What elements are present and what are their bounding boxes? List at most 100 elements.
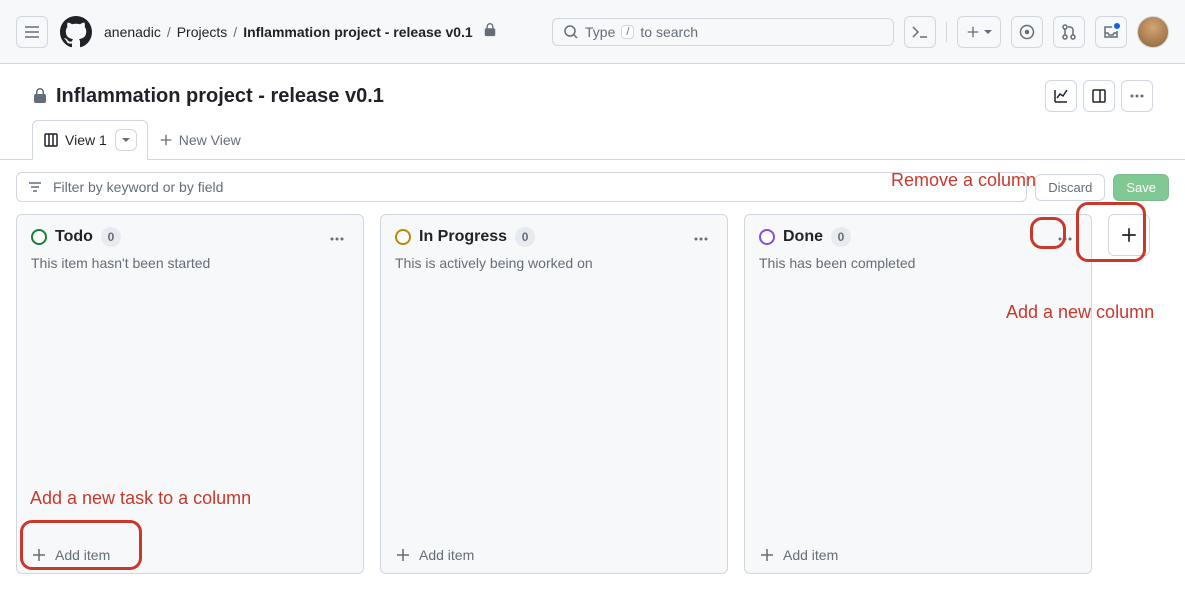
breadcrumb-separator: /	[167, 24, 171, 40]
header-right: Type / to search	[552, 16, 1169, 48]
status-circle-icon	[395, 229, 411, 245]
notification-dot	[1112, 21, 1122, 31]
lock-icon	[32, 88, 48, 104]
status-circle-icon	[759, 229, 775, 245]
project-title-row: Inflammation project - release v0.1	[32, 80, 1153, 112]
board-icon	[43, 132, 59, 148]
kebab-icon	[1057, 231, 1073, 247]
github-mark-icon	[60, 16, 92, 48]
column-menu-button[interactable]	[689, 227, 713, 254]
add-item-label: Add item	[55, 547, 110, 563]
column-desc: This item hasn't been started	[31, 255, 210, 271]
plus-icon	[395, 547, 411, 563]
filter-bar: Filter by keyword or by field Discard Sa…	[0, 160, 1185, 214]
new-view-button[interactable]: New View	[148, 123, 252, 157]
search-key: /	[621, 25, 634, 39]
breadcrumb: anenadic / Projects / Inflammation proje…	[104, 23, 497, 40]
column-in-progress: In Progress 0 This is actively being wor…	[380, 214, 728, 574]
count-badge: 0	[101, 227, 121, 247]
panel-button[interactable]	[1083, 80, 1115, 112]
discard-button[interactable]: Discard	[1035, 174, 1105, 201]
search-icon	[563, 24, 579, 40]
create-new-button[interactable]	[957, 16, 1001, 48]
breadcrumb-owner[interactable]: anenadic	[104, 24, 161, 40]
plus-icon	[31, 547, 47, 563]
column-title-text: Done	[783, 228, 823, 246]
project-title: Inflammation project - release v0.1	[32, 85, 384, 108]
search-prefix: Type	[585, 24, 615, 40]
add-item-button[interactable]: Add item	[745, 537, 1091, 573]
issue-icon	[1019, 24, 1035, 40]
add-item-label: Add item	[783, 547, 838, 563]
save-button[interactable]: Save	[1113, 174, 1169, 201]
breadcrumb-separator: /	[233, 24, 237, 40]
column-desc: This is actively being worked on	[395, 255, 593, 271]
hamburger-icon	[24, 24, 40, 40]
project-header: Inflammation project - release v0.1 View…	[0, 64, 1185, 160]
add-item-button[interactable]: Add item	[381, 537, 727, 573]
divider	[946, 22, 947, 42]
add-item-button[interactable]: Add item	[17, 537, 363, 573]
add-column-button[interactable]	[1108, 214, 1150, 256]
caret-down-icon	[122, 136, 130, 144]
hamburger-menu-button[interactable]	[16, 16, 48, 48]
insights-button[interactable]	[1045, 80, 1077, 112]
plus-icon	[1120, 226, 1138, 244]
avatar[interactable]	[1137, 16, 1169, 48]
plus-icon	[966, 25, 980, 39]
tabs-row: View 1 New View	[32, 120, 1153, 159]
column-title-text: Todo	[55, 228, 93, 246]
lock-icon	[483, 23, 497, 40]
issues-button[interactable]	[1011, 16, 1043, 48]
count-badge: 0	[831, 227, 851, 247]
search-input[interactable]: Type / to search	[552, 18, 894, 46]
count-badge: 0	[515, 227, 535, 247]
column-body	[17, 275, 363, 537]
graph-icon	[1053, 88, 1069, 104]
filter-placeholder: Filter by keyword or by field	[53, 179, 223, 195]
plus-icon	[159, 133, 173, 147]
column-header: Todo 0 This item hasn't been started	[17, 215, 363, 275]
tab-label: View 1	[65, 132, 107, 148]
pull-requests-button[interactable]	[1053, 16, 1085, 48]
breadcrumb-projects[interactable]: Projects	[177, 24, 228, 40]
column-title: Todo 0	[31, 227, 210, 247]
filter-icon	[27, 179, 43, 195]
column-desc: This has been completed	[759, 255, 915, 271]
kebab-icon	[329, 231, 345, 247]
github-logo[interactable]	[60, 16, 92, 48]
terminal-icon	[912, 24, 928, 40]
column-todo: Todo 0 This item hasn't been started Add…	[16, 214, 364, 574]
column-body	[745, 275, 1091, 537]
project-actions	[1045, 80, 1153, 112]
project-title-text: Inflammation project - release v0.1	[56, 85, 384, 108]
inbox-button[interactable]	[1095, 16, 1127, 48]
status-circle-icon	[31, 229, 47, 245]
column-body	[381, 275, 727, 537]
tab-dropdown-button[interactable]	[115, 129, 137, 151]
panel-icon	[1091, 88, 1107, 104]
kebab-icon	[1129, 88, 1145, 104]
global-header: anenadic / Projects / Inflammation proje…	[0, 0, 1185, 64]
caret-down-icon	[984, 28, 992, 36]
column-title: In Progress 0	[395, 227, 593, 247]
new-view-label: New View	[179, 132, 241, 148]
tab-view-1[interactable]: View 1	[32, 120, 148, 160]
plus-icon	[759, 547, 775, 563]
filter-input[interactable]: Filter by keyword or by field	[16, 172, 1027, 202]
more-options-button[interactable]	[1121, 80, 1153, 112]
kebab-icon	[693, 231, 709, 247]
column-done: Done 0 This has been completed Add item	[744, 214, 1092, 574]
add-item-label: Add item	[419, 547, 474, 563]
pull-request-icon	[1061, 24, 1077, 40]
column-menu-button[interactable]	[325, 227, 349, 254]
column-title-text: In Progress	[419, 228, 507, 246]
column-menu-button[interactable]	[1053, 227, 1077, 254]
board: Todo 0 This item hasn't been started Add…	[0, 214, 1185, 590]
column-header: In Progress 0 This is actively being wor…	[381, 215, 727, 275]
column-title: Done 0	[759, 227, 915, 247]
header-left: anenadic / Projects / Inflammation proje…	[16, 16, 497, 48]
command-palette-button[interactable]	[904, 16, 936, 48]
search-suffix: to search	[640, 24, 698, 40]
breadcrumb-current: Inflammation project - release v0.1	[243, 24, 473, 40]
